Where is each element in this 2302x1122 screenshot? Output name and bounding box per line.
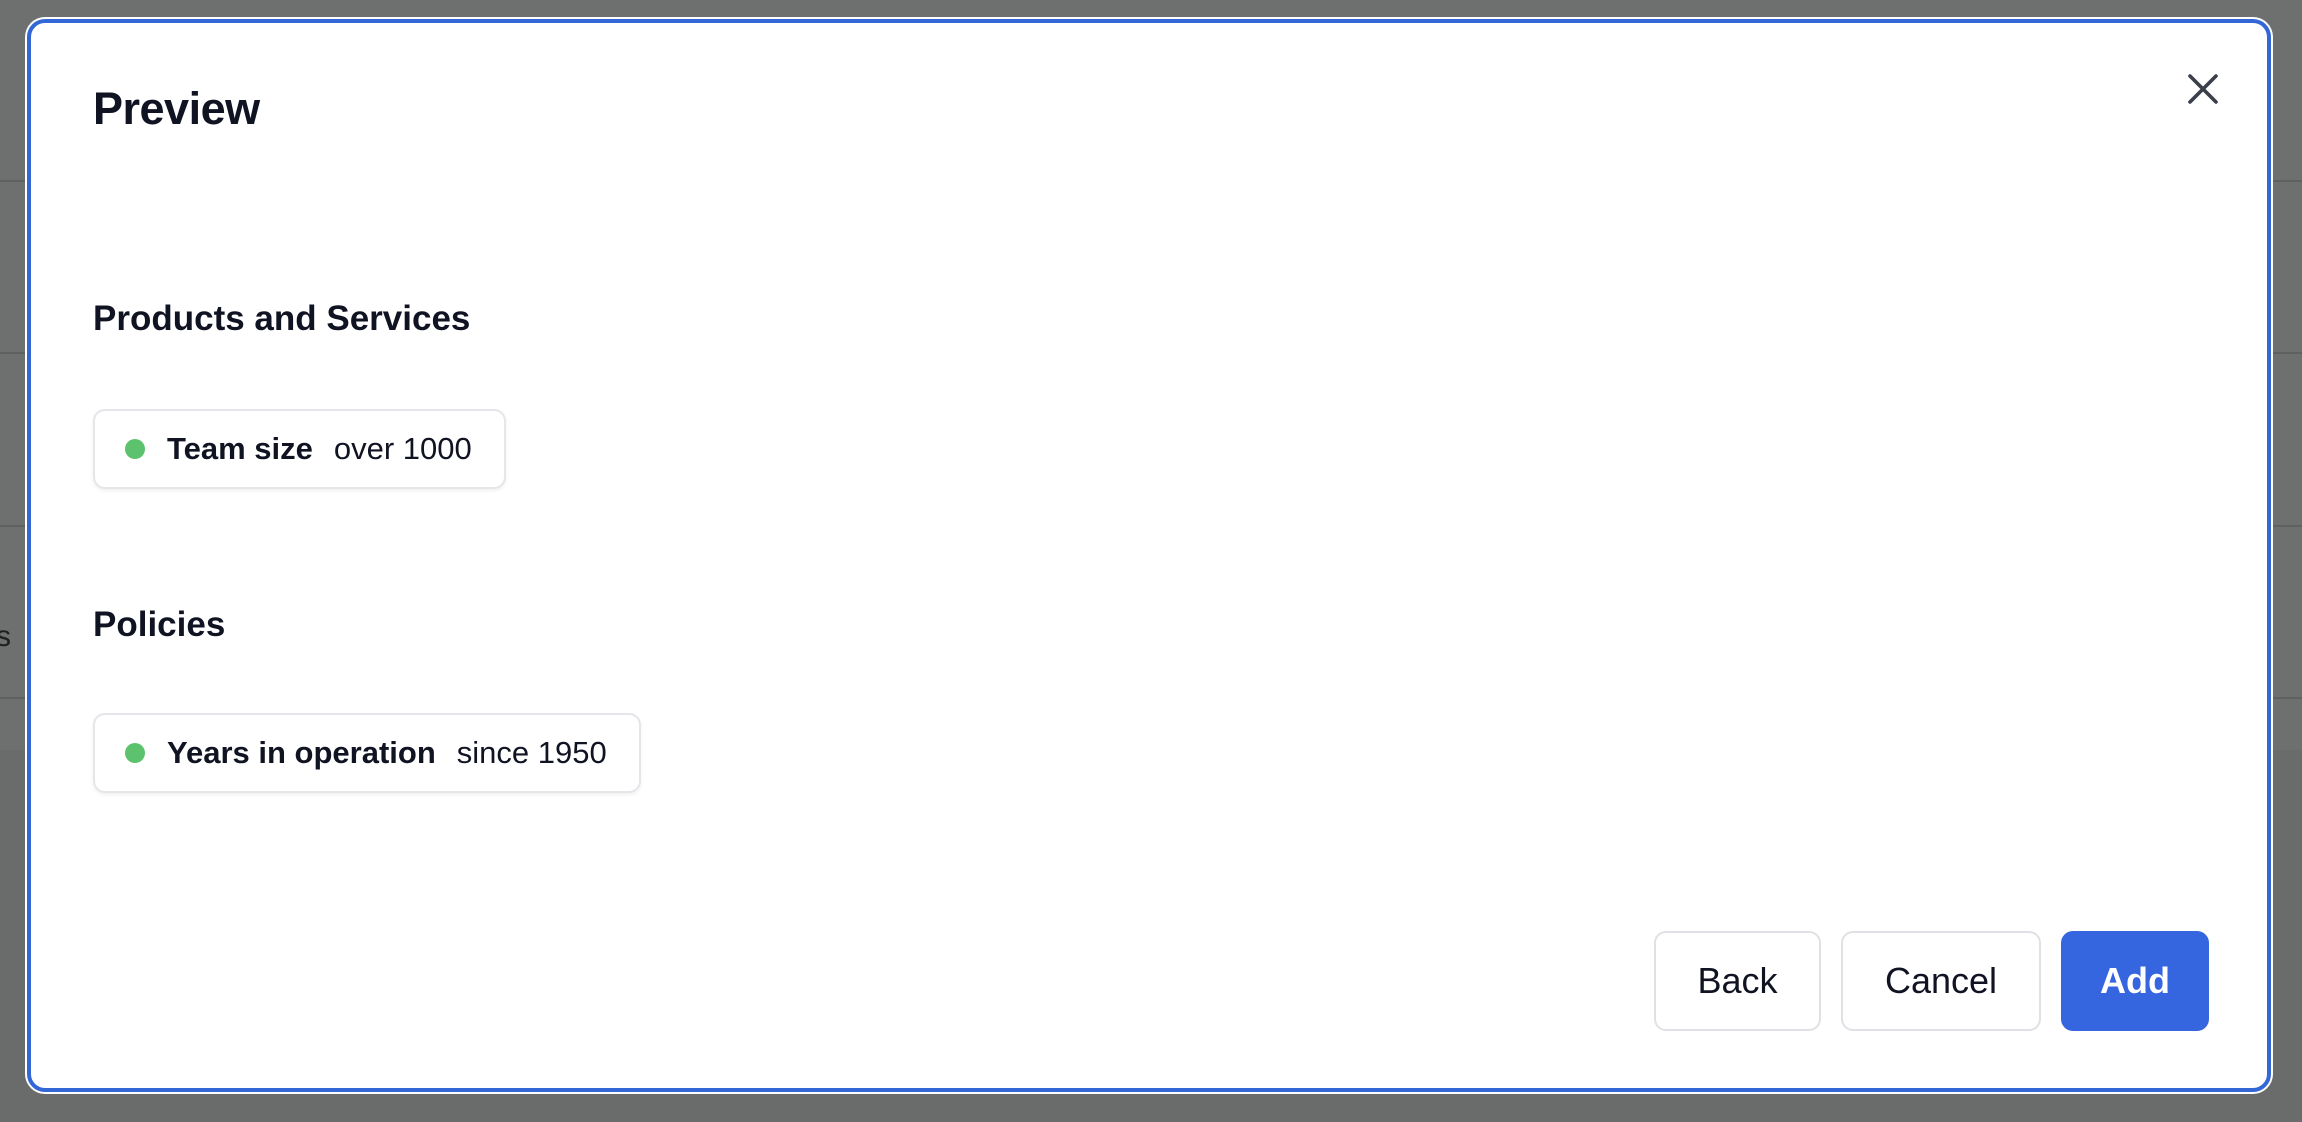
section-title-policies: Policies bbox=[93, 605, 226, 644]
status-dot bbox=[125, 439, 145, 459]
background-text: s c bbox=[0, 620, 20, 653]
close-button[interactable] bbox=[2181, 67, 2225, 111]
section-title-products-and-services: Products and Services bbox=[93, 299, 471, 338]
add-button[interactable]: Add bbox=[2061, 931, 2209, 1031]
dialog-footer: Back Cancel Add bbox=[1654, 931, 2209, 1031]
attribute-chip-team-size: Team size over 1000 bbox=[93, 409, 506, 489]
cancel-button[interactable]: Cancel bbox=[1841, 931, 2041, 1031]
chip-value: since 1950 bbox=[456, 735, 607, 770]
attribute-chip-years-in-operation: Years in operation since 1950 bbox=[93, 713, 641, 793]
preview-dialog: Preview Products and Services Team size … bbox=[27, 19, 2271, 1092]
dialog-title: Preview bbox=[93, 83, 260, 134]
close-icon bbox=[2188, 74, 2218, 104]
back-button[interactable]: Back bbox=[1654, 931, 1821, 1031]
status-dot bbox=[125, 743, 145, 763]
chip-value: over 1000 bbox=[333, 431, 472, 466]
chip-label: Years in operation bbox=[167, 735, 436, 770]
chip-label: Team size bbox=[167, 431, 313, 466]
